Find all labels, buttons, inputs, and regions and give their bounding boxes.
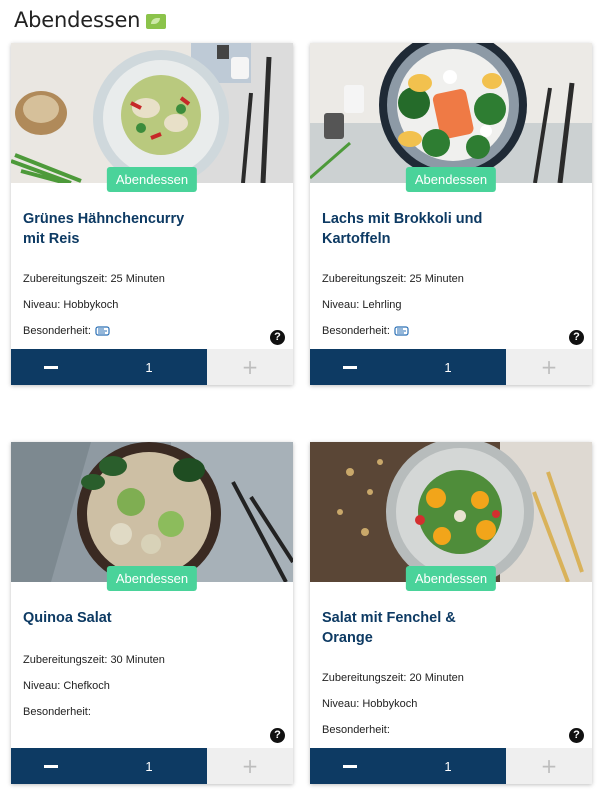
decrease-button[interactable]	[11, 349, 91, 385]
section-header: Abendessen	[14, 8, 167, 32]
special: Besonderheit:	[23, 706, 281, 718]
level: Niveau: Hobbykoch	[322, 698, 580, 710]
recipe-card[interactable]: Abendessen Lachs mit Brokkoli und Kartof…	[310, 43, 592, 385]
help-icon[interactable]: ?	[270, 330, 285, 345]
special-label: Besonderheit:	[23, 706, 91, 718]
increase-button[interactable]: +	[207, 748, 293, 784]
prep-time: Zubereitungszeit: 25 Minuten	[322, 273, 580, 285]
recipe-title: Grünes Hähnchencurry mit Reis	[23, 209, 281, 249]
recipe-title-line: Orange	[322, 630, 373, 646]
section-title: Abendessen	[14, 8, 141, 32]
recipe-image-quinoa[interactable]	[11, 442, 293, 582]
increase-button[interactable]: +	[207, 349, 293, 385]
recipe-title-line: Kartoffeln	[322, 231, 391, 247]
prep-time-value: 25 Minuten	[409, 273, 464, 285]
level-label: Niveau:	[23, 299, 64, 311]
help-icon[interactable]: ?	[569, 330, 584, 345]
level: Niveau: Lehrling	[322, 299, 580, 311]
vegan-leaf-icon	[146, 13, 167, 29]
recipe-title-line: Lachs mit Brokkoli und	[322, 211, 483, 227]
card-body: Grünes Hähnchencurry mit Reis Zubereitun…	[11, 183, 293, 337]
minus-icon	[343, 365, 357, 369]
recipe-card[interactable]: Abendessen Salat mit Fenchel & Orange Zu…	[310, 442, 592, 784]
level-label: Niveau:	[322, 698, 363, 710]
level-value: Lehrling	[362, 299, 402, 311]
card-body: Quinoa Salat Zubereitungszeit: 30 Minute…	[11, 582, 293, 718]
recipe-card[interactable]: Abendessen Grünes Hähnchencurry mit Reis…	[11, 43, 293, 385]
prep-time-label: Zubereitungszeit:	[322, 273, 410, 285]
quantity-value[interactable]: 1	[390, 349, 506, 385]
level: Niveau: Chefkoch	[23, 680, 281, 692]
decrease-button[interactable]	[310, 748, 390, 784]
decrease-button[interactable]	[310, 349, 390, 385]
quantity-value[interactable]: 1	[390, 748, 506, 784]
recipe-title: Quinoa Salat	[23, 608, 281, 628]
prep-time-label: Zubereitungszeit:	[23, 273, 111, 285]
special: Besonderheit:	[322, 724, 580, 736]
quantity-stepper: 1 +	[310, 748, 592, 784]
recipe-card[interactable]: Abendessen Quinoa Salat Zubereitungszeit…	[11, 442, 293, 784]
quantity-value[interactable]: 1	[91, 349, 207, 385]
prep-time-label: Zubereitungszeit:	[322, 672, 410, 684]
special-label: Besonderheit:	[322, 325, 390, 337]
prep-time-label: Zubereitungszeit:	[23, 654, 111, 666]
prep-time-value: 20 Minuten	[409, 672, 464, 684]
recipe-title-line: mit Reis	[23, 231, 80, 247]
prep-time: Zubereitungszeit: 30 Minuten	[23, 654, 281, 666]
increase-button[interactable]: +	[506, 748, 592, 784]
prep-time: Zubereitungszeit: 20 Minuten	[322, 672, 580, 684]
recipe-page: Abendessen Abendessen Grünes Hähnchencur…	[0, 0, 600, 792]
lactose-free-icon	[95, 326, 110, 336]
special: Besonderheit:	[322, 325, 580, 337]
level: Niveau: Hobbykoch	[23, 299, 281, 311]
special-label: Besonderheit:	[23, 325, 91, 337]
recipe-image-fennel-salad[interactable]	[310, 442, 592, 582]
level-value: Chefkoch	[63, 680, 110, 692]
level-value: Hobbykoch	[362, 698, 418, 710]
recipe-image-curry[interactable]	[11, 43, 293, 183]
recipe-image-salmon[interactable]	[310, 43, 592, 183]
recipe-title: Lachs mit Brokkoli und Kartoffeln	[322, 209, 580, 249]
help-icon[interactable]: ?	[270, 728, 285, 743]
quantity-value[interactable]: 1	[91, 748, 207, 784]
prep-time: Zubereitungszeit: 25 Minuten	[23, 273, 281, 285]
card-body: Lachs mit Brokkoli und Kartoffeln Zubere…	[310, 183, 592, 337]
minus-icon	[44, 365, 58, 369]
minus-icon	[343, 764, 357, 768]
level-label: Niveau:	[23, 680, 64, 692]
increase-button[interactable]: +	[506, 349, 592, 385]
level-label: Niveau:	[322, 299, 363, 311]
special: Besonderheit:	[23, 325, 281, 337]
quantity-stepper: 1 +	[310, 349, 592, 385]
help-icon[interactable]: ?	[569, 728, 584, 743]
lactose-free-icon	[394, 326, 409, 336]
prep-time-value: 30 Minuten	[110, 654, 165, 666]
recipe-title: Salat mit Fenchel & Orange	[322, 608, 580, 648]
quantity-stepper: 1 +	[11, 349, 293, 385]
card-body: Salat mit Fenchel & Orange Zubereitungsz…	[310, 582, 592, 736]
recipe-title-line: Salat mit Fenchel &	[322, 610, 456, 626]
recipe-title-line: Quinoa Salat	[23, 610, 112, 626]
special-label: Besonderheit:	[322, 724, 390, 736]
quantity-stepper: 1 +	[11, 748, 293, 784]
recipe-title-line: Grünes Hähnchencurry	[23, 211, 185, 227]
prep-time-value: 25 Minuten	[110, 273, 165, 285]
level-value: Hobbykoch	[63, 299, 119, 311]
minus-icon	[44, 764, 58, 768]
decrease-button[interactable]	[11, 748, 91, 784]
